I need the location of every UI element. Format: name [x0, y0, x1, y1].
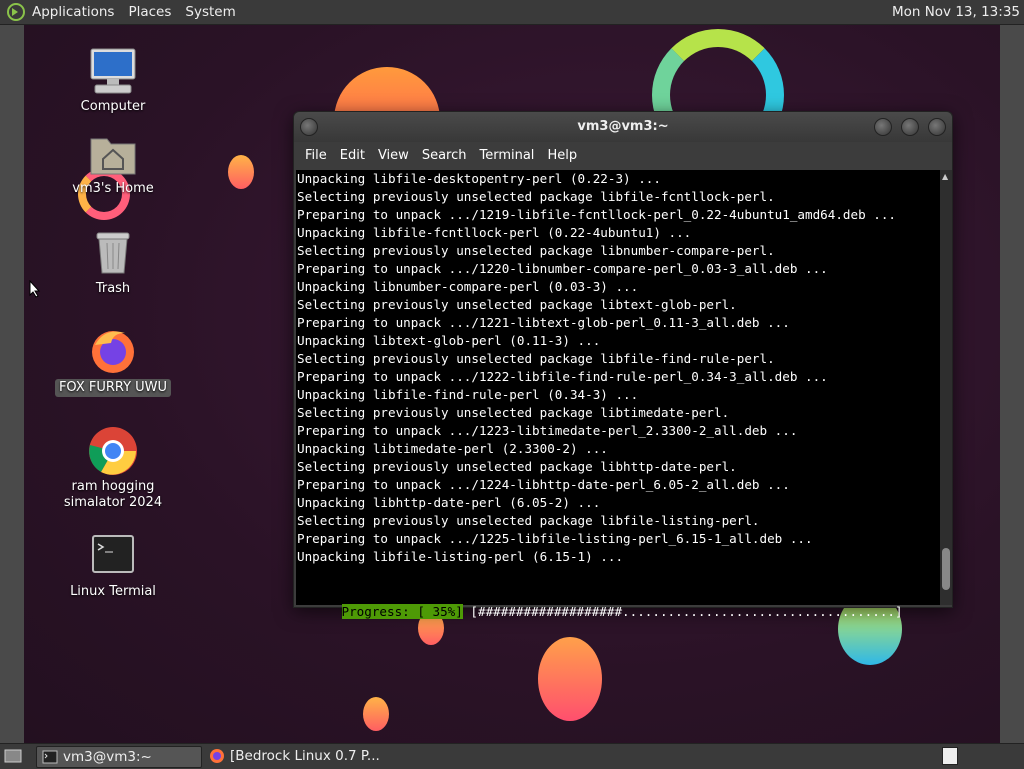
menu-system[interactable]: System [185, 4, 235, 20]
window-menu-button[interactable] [300, 118, 318, 136]
menu-help[interactable]: Help [547, 148, 577, 163]
terminal-line: Preparing to unpack .../1219-libfile-fcn… [297, 207, 896, 222]
distro-logo-icon[interactable] [6, 2, 26, 22]
menu-edit[interactable]: Edit [340, 148, 365, 163]
bottom-panel: vm3@vm3:~ [Bedrock Linux 0.7 P... [0, 743, 1024, 769]
mouse-pointer-icon [29, 280, 41, 298]
progress-label: Progress: [ 35%] [341, 604, 463, 619]
home-folder-icon [87, 127, 139, 179]
terminal-line: Selecting previously unselected package … [297, 513, 760, 528]
terminal-line: Unpacking libfile-listing-perl (6.15-1) … [297, 549, 624, 564]
left-panel-strip [0, 25, 24, 743]
menu-places[interactable]: Places [128, 4, 171, 20]
terminal-line: Preparing to unpack .../1225-libfile-lis… [297, 531, 813, 546]
scrollbar-thumb[interactable] [942, 548, 950, 590]
desktop-icon-label: Computer [80, 99, 146, 114]
workspace-switcher[interactable] [942, 747, 958, 765]
menu-file[interactable]: File [305, 148, 327, 163]
menu-search[interactable]: Search [422, 148, 467, 163]
desktop-icon-label: Linux Termial [70, 584, 156, 599]
chrome-icon [87, 425, 139, 477]
terminal-line: Selecting previously unselected package … [297, 351, 775, 366]
terminal-line: Unpacking libfile-find-rule-perl (0.34-3… [297, 387, 639, 402]
terminal-line: Preparing to unpack .../1224-libhttp-dat… [297, 477, 790, 492]
right-panel-strip [1000, 25, 1024, 743]
terminal-line: Unpacking libtext-glob-perl (0.11-3) ... [297, 333, 601, 348]
terminal-titlebar[interactable]: vm3@vm3:~ [294, 112, 952, 142]
wallpaper-blob [228, 155, 254, 189]
terminal-line: Selecting previously unselected package … [297, 297, 737, 312]
terminal-line: Preparing to unpack .../1220-libnumber-c… [297, 261, 828, 276]
terminal-line: Preparing to unpack .../1222-libfile-fin… [297, 369, 828, 384]
menu-terminal[interactable]: Terminal [479, 148, 534, 163]
terminal-menubar: File Edit View Search Terminal Help [294, 142, 952, 168]
terminal-icon [42, 750, 58, 764]
show-desktop-icon[interactable] [4, 748, 22, 764]
menu-view[interactable]: View [378, 148, 409, 163]
menu-applications[interactable]: Applications [32, 4, 114, 20]
terminal-scrollbar[interactable]: ▲ [940, 170, 952, 605]
taskbar-item-label: [Bedrock Linux 0.7 P... [230, 748, 380, 764]
terminal-icon [87, 530, 139, 582]
progress-bar-text: [###################....................… [462, 604, 903, 619]
terminal-line: Unpacking libnumber-compare-perl (0.03-3… [297, 279, 639, 294]
desktop-icon-terminal[interactable]: Linux Termial [53, 530, 173, 600]
terminal-line: Preparing to unpack .../1223-libtimedate… [297, 423, 798, 438]
taskbar-item-firefox[interactable]: [Bedrock Linux 0.7 P... [204, 746, 400, 766]
terminal-line: Selecting previously unselected package … [297, 243, 775, 258]
terminal-line: Selecting previously unselected package … [297, 189, 775, 204]
desktop-icon-label: vm3's Home [72, 181, 154, 196]
terminal-line: Unpacking libfile-fcntllock-perl (0.22-4… [297, 225, 692, 240]
computer-icon [87, 45, 139, 97]
close-button[interactable] [928, 118, 946, 136]
minimize-button[interactable] [874, 118, 892, 136]
progress-row: Progress: [ 35%] [###################...… [296, 585, 903, 619]
terminal-output[interactable]: Unpacking libfile-desktopentry-perl (0.2… [296, 170, 940, 619]
firefox-icon [210, 749, 224, 763]
terminal-window[interactable]: vm3@vm3:~ File Edit View Search Terminal… [293, 111, 953, 619]
taskbar-item-terminal[interactable]: vm3@vm3:~ [36, 746, 202, 768]
terminal-line: Selecting previously unselected package … [297, 459, 737, 474]
desktop-icon-label: FOX FURRY UWU [54, 379, 172, 397]
clock[interactable]: Mon Nov 13, 13:35 [892, 4, 1020, 20]
maximize-button[interactable] [901, 118, 919, 136]
wallpaper-blob [363, 697, 389, 731]
terminal-line: Unpacking libhttp-date-perl (6.05-2) ... [297, 495, 601, 510]
wallpaper-blob [538, 637, 602, 721]
taskbar-item-label: vm3@vm3:~ [63, 749, 152, 765]
desktop-icon-computer[interactable]: Computer [53, 45, 173, 115]
terminal-line: Unpacking libtimedate-perl (2.3300-2) ..… [297, 441, 608, 456]
scroll-up-arrow-icon[interactable]: ▲ [942, 172, 948, 181]
desktop-icon-firefox[interactable]: FOX FURRY UWU [53, 325, 173, 397]
desktop-icon-label: ram hogging simalator 2024 [63, 479, 163, 510]
terminal-title: vm3@vm3:~ [577, 119, 669, 134]
firefox-icon [87, 325, 139, 377]
desktop-icon-chrome[interactable]: ram hogging simalator 2024 [53, 425, 173, 511]
terminal-line: Selecting previously unselected package … [297, 405, 730, 420]
desktop-icon-label: Trash [95, 281, 131, 296]
desktop-icon-trash[interactable]: Trash [53, 227, 173, 297]
terminal-line: Unpacking libfile-desktopentry-perl (0.2… [297, 171, 661, 186]
desktop-icon-home[interactable]: vm3's Home [53, 127, 173, 197]
terminal-line: Preparing to unpack .../1221-libtext-glo… [297, 315, 790, 330]
top-panel: Applications Places System Mon Nov 13, 1… [0, 0, 1024, 25]
trash-icon [87, 227, 139, 279]
